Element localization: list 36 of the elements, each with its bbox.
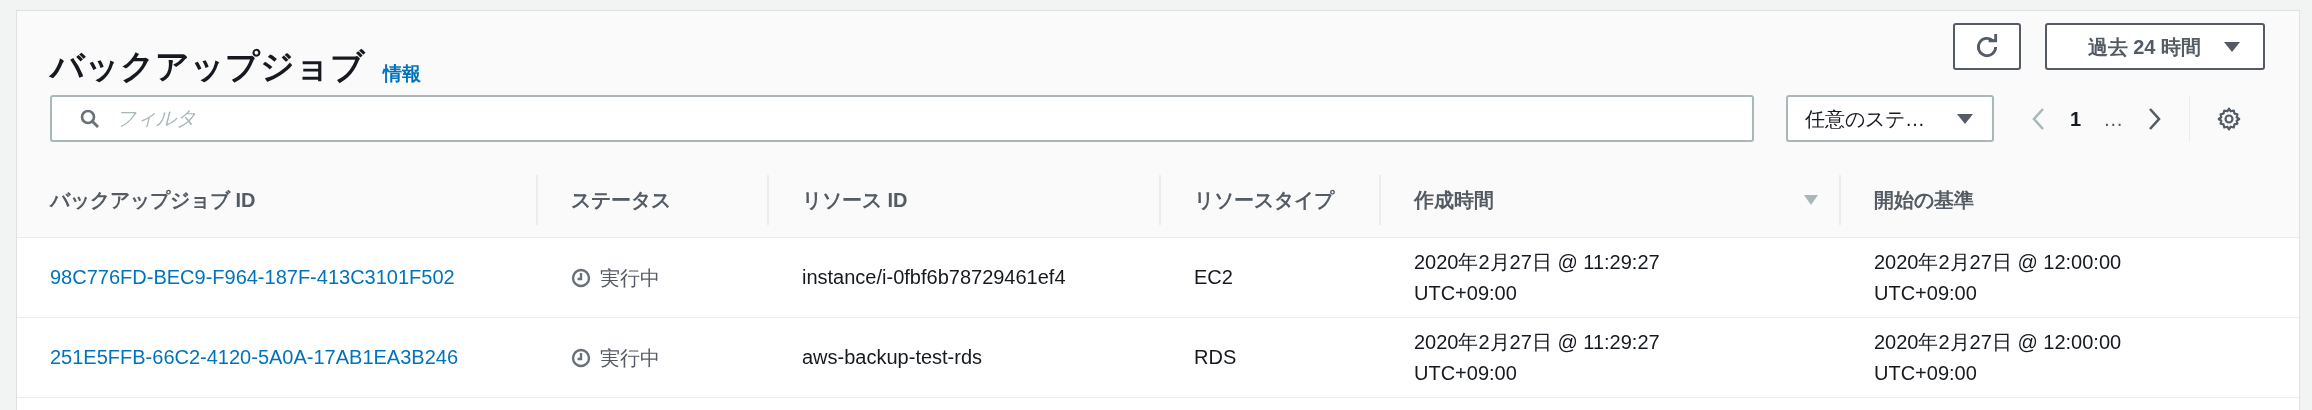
chevron-right-icon: [2148, 106, 2163, 131]
job-id-link[interactable]: 98C776FD-BEC9-F964-187F-413C3101F502: [50, 262, 480, 293]
refresh-icon: [1974, 33, 2000, 60]
table-cell-text: 2020年2月27日 @ 12:00:00 UTC+09:00: [1874, 249, 2123, 306]
job-id-link[interactable]: 251E5FFB-66C2-4120-5A0A-17AB1EA3B246: [50, 342, 480, 373]
column-header[interactable]: 作成時間: [1414, 184, 1494, 215]
refresh-button[interactable]: [1953, 23, 2021, 70]
table-cell-text: 2020年2月27日 @ 12:00:00 UTC+09:00: [1874, 329, 2123, 386]
status-text: 実行中: [600, 345, 660, 371]
column-header[interactable]: バックアップジョブ ID: [50, 184, 256, 215]
table-cell-text: instance/i-0fbf6b78729461ef4: [802, 265, 1067, 290]
caret-down-icon: [2223, 40, 2241, 53]
status-text: 実行中: [600, 265, 660, 291]
chevron-left-icon: [2031, 106, 2045, 131]
panel-title: バックアップジョブ: [50, 49, 365, 83]
column-header[interactable]: リソースタイプ: [1194, 184, 1334, 215]
time-range-dropdown[interactable]: 過去 24 時間: [2045, 23, 2265, 70]
settings-button[interactable]: [2216, 105, 2243, 132]
column-header[interactable]: リソース ID: [802, 184, 908, 215]
column-header[interactable]: ステータス: [571, 184, 671, 215]
table-cell-text: 2020年2月27日 @ 11:29:27 UTC+09:00: [1414, 249, 1661, 306]
table-cell-text: RDS: [1194, 345, 1238, 370]
filter-field[interactable]: フィルタ: [50, 95, 1754, 142]
clock-icon: [571, 347, 591, 368]
clock-icon: [571, 267, 591, 288]
column-header[interactable]: 開始の基準: [1874, 184, 1974, 215]
info-link[interactable]: 情報: [383, 64, 421, 83]
caret-down-icon: [1956, 112, 1974, 125]
status-dropdown[interactable]: 任意のステ…: [1786, 95, 1994, 142]
table-cell-text: aws-backup-test-rds: [802, 345, 984, 370]
settings-icon: [2216, 105, 2243, 132]
page-button[interactable]: …: [2103, 103, 2124, 134]
table-cell-text: 2020年2月27日 @ 11:29:27 UTC+09:00: [1414, 329, 1661, 386]
table-cell-text: EC2: [1194, 265, 1234, 290]
page-button[interactable]: 1: [2070, 103, 2082, 134]
search-icon: [80, 109, 100, 129]
